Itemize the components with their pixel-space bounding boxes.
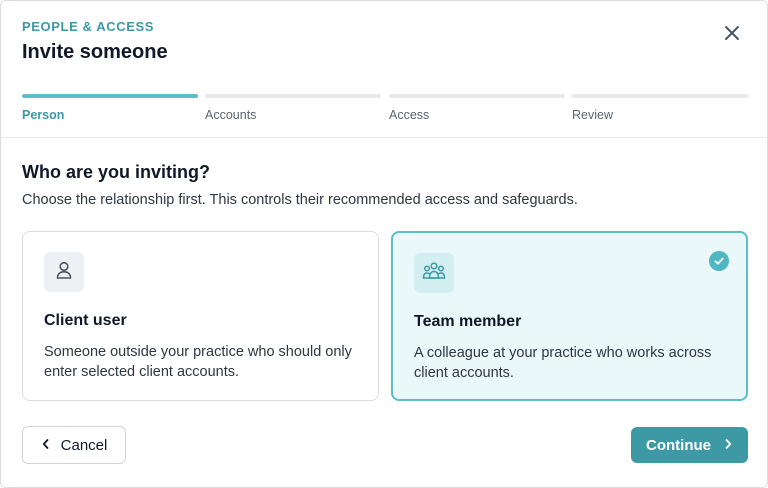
person-icon: [54, 260, 74, 285]
cancel-button[interactable]: Cancel: [22, 426, 126, 464]
option-title: Client user: [44, 312, 127, 329]
chevron-left-icon: [41, 437, 51, 454]
option-team-member[interactable]: Team member A colleague at your practice…: [391, 231, 748, 401]
step-review: Review: [572, 94, 748, 122]
chevron-right-icon: [723, 437, 733, 454]
step-progress-bar: [22, 94, 198, 98]
header-divider: [1, 137, 768, 138]
option-title: Team member: [414, 313, 522, 330]
cancel-label: Cancel: [60, 436, 108, 454]
option-client-user[interactable]: Client user Someone outside your practic…: [22, 231, 379, 401]
step-progress-bar: [572, 94, 748, 98]
step-person: Person: [22, 94, 198, 122]
dialog-title: Invite someone: [22, 41, 168, 63]
dialog-eyebrow: PEOPLE & ACCESS: [22, 19, 155, 34]
section-hint: Choose the relationship first. This cont…: [22, 192, 578, 208]
option-description: A colleague at your practice who works a…: [414, 345, 712, 381]
step-label: Access: [389, 108, 430, 122]
stepper: Person Accounts Access Review: [22, 94, 748, 124]
step-label: Review: [572, 108, 613, 122]
option-icon-box: [44, 252, 84, 292]
close-icon: [724, 25, 740, 46]
step-label: Accounts: [205, 108, 257, 122]
step-progress-bar: [389, 94, 565, 98]
step-access: Access: [389, 94, 565, 122]
continue-button[interactable]: Continue: [631, 427, 748, 463]
step-progress-bar: [205, 94, 381, 98]
continue-label: Continue: [646, 436, 711, 454]
close-button[interactable]: [719, 22, 745, 48]
team-icon: [422, 261, 446, 286]
selected-check-icon: [709, 251, 729, 271]
option-description: Someone outside your practice who should…: [44, 344, 352, 380]
option-icon-box: [414, 253, 454, 293]
section-heading: Who are you inviting?: [22, 162, 210, 182]
step-accounts: Accounts: [205, 94, 381, 122]
invite-dialog: PEOPLE & ACCESS Invite someone Person Ac…: [0, 0, 768, 488]
step-label: Person: [22, 108, 65, 122]
